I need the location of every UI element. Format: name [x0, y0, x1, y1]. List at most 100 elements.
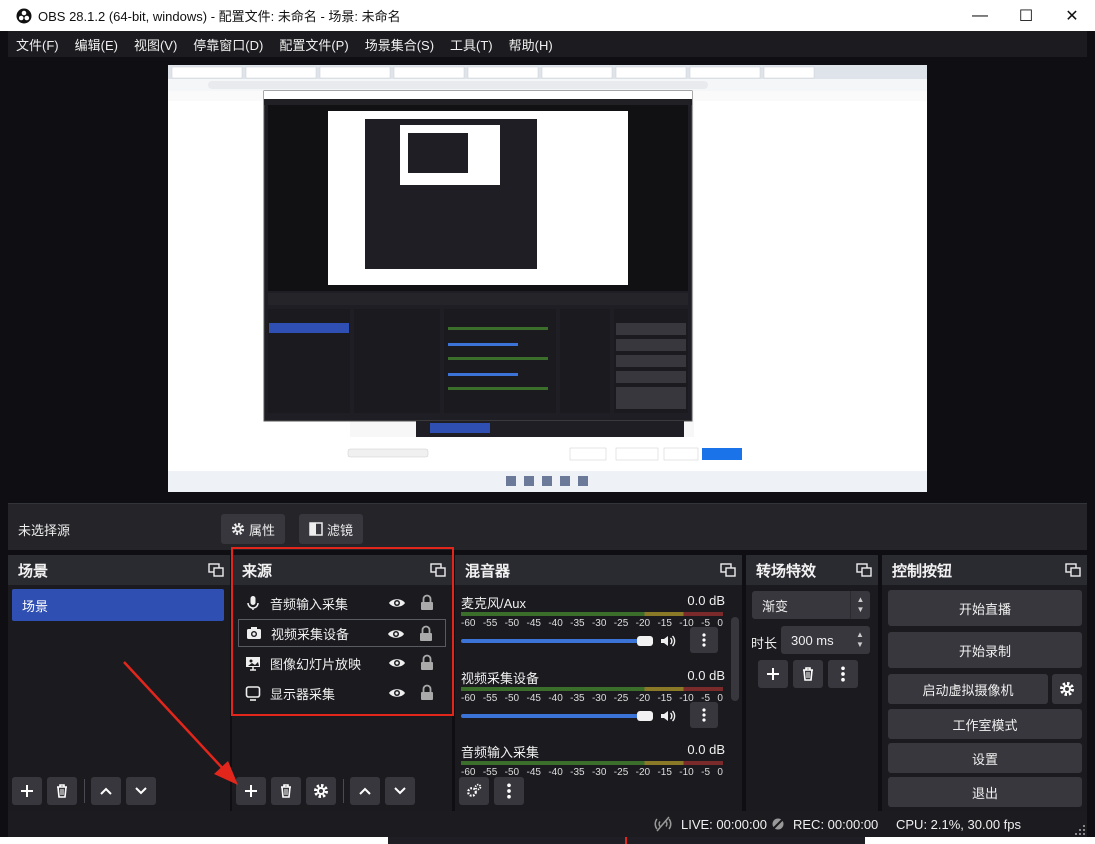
mixer-header: 混音器 [455, 555, 742, 585]
menu-file[interactable]: 文件(F) [16, 35, 59, 54]
scale-tick: -50 [504, 618, 520, 629]
scale-tick: -25 [613, 618, 629, 629]
minimize-button[interactable]: — [957, 0, 1003, 31]
menu-tools[interactable]: 工具(T) [450, 35, 493, 54]
undock-icon[interactable] [856, 563, 872, 577]
channel-db: 0.0 dB [687, 742, 725, 757]
scale-tick: -20 [635, 618, 651, 629]
virtual-camera-settings-button[interactable] [1052, 674, 1082, 704]
remove-transition-button[interactable] [793, 660, 823, 688]
start-streaming-button[interactable]: 开始直播 [888, 590, 1082, 626]
controls-body: 开始直播 开始录制 启动虚拟摄像机 工作室模式 设置 退出 [882, 585, 1087, 811]
status-bar: LIVE: 00:00:00 REC: 00:00:00 CPU: 2.1%, … [8, 811, 1087, 837]
scale-tick: -30 [591, 693, 607, 704]
scale-tick: -25 [613, 767, 629, 776]
studio-mode-button[interactable]: 工作室模式 [888, 709, 1082, 739]
more-vertical-icon [702, 708, 706, 722]
source-properties-button[interactable] [306, 777, 336, 805]
move-source-up-button[interactable] [350, 777, 380, 805]
meter-scale: -60 -55 -50 -45 -40 -35 -30 -25 -20 -15 -10 -5 0 [461, 618, 723, 629]
filters-button[interactable]: 滤镜 [299, 514, 364, 544]
speaker-icon[interactable] [659, 707, 677, 725]
add-scene-button[interactable] [12, 777, 42, 805]
background-strip [0, 837, 1095, 844]
volume-slider[interactable] [461, 639, 649, 643]
settings-label: 设置 [971, 751, 998, 767]
undock-icon[interactable] [1065, 563, 1081, 577]
menu-view[interactable]: 视图(V) [134, 35, 177, 54]
move-scene-down-button[interactable] [126, 777, 156, 805]
scale-tick: -40 [548, 618, 563, 629]
properties-button[interactable]: 属性 [221, 514, 286, 544]
volume-slider[interactable] [461, 714, 649, 718]
start-recording-button[interactable]: 开始录制 [888, 632, 1082, 668]
volume-meter [461, 687, 723, 691]
plus-icon [21, 785, 33, 797]
obs-logo-icon [16, 8, 32, 23]
remove-source-button[interactable] [271, 777, 301, 805]
scale-tick: -60 [461, 618, 476, 629]
close-button[interactable]: ✕ [1049, 0, 1095, 31]
duration-spinbox[interactable]: 300 ms ▲ ▼ [781, 626, 870, 654]
menu-docks[interactable]: 停靠窗口(D) [193, 35, 263, 54]
studio-mode-label: 工作室模式 [952, 717, 1018, 733]
resize-grip-icon[interactable] [1075, 825, 1085, 835]
undock-icon[interactable] [720, 563, 736, 577]
exit-button[interactable]: 退出 [888, 777, 1082, 807]
virtual-camera-button[interactable]: 启动虚拟摄像机 [888, 674, 1048, 704]
move-source-down-button[interactable] [385, 777, 415, 805]
remove-scene-button[interactable] [47, 777, 77, 805]
move-scene-up-button[interactable] [91, 777, 121, 805]
controls-dock: 控制按钮 开始直播 开始录制 启动虚拟摄像机 工作室模式 设置 退出 [882, 555, 1087, 811]
menu-scene-collection[interactable]: 场景集合(S) [365, 35, 434, 54]
transition-select[interactable]: 渐变 ▲ ▼ [752, 591, 870, 619]
mixer-channel: 视频采集设备 0.0 dB -60 -55 -50 -45 -40 -35 -30 -25 -2… [461, 668, 725, 738]
channel-db: 0.0 dB [687, 593, 725, 608]
channel-name: 音频输入采集 [461, 745, 540, 760]
mixer-dock: 混音器 麦克风/Aux 0.0 dB -60 -55 -50 -45 -40 -35 -30… [455, 555, 742, 811]
source-toolbar: 未选择源 属性 滤镜 [8, 503, 1087, 550]
controls-header: 控制按钮 [882, 555, 1087, 585]
channel-menu-button[interactable] [690, 627, 718, 653]
transition-selected: 渐变 [762, 598, 789, 614]
speaker-icon[interactable] [659, 632, 677, 650]
menu-profile[interactable]: 配置文件(P) [279, 35, 348, 54]
scale-tick: -45 [526, 618, 541, 629]
trash-icon [57, 784, 67, 798]
scale-tick: -55 [482, 618, 498, 629]
add-source-button[interactable] [236, 777, 266, 805]
spin-arrows-icon: ▲ ▼ [856, 630, 864, 649]
menu-edit[interactable]: 编辑(E) [75, 35, 118, 54]
transition-menu-button[interactable] [828, 660, 858, 688]
duration-value: 300 ms [791, 632, 834, 648]
gear-icon [314, 784, 328, 798]
volume-slider-handle[interactable] [637, 636, 653, 646]
scenes-header: 场景 [8, 555, 230, 585]
menu-help[interactable]: 帮助(H) [509, 35, 553, 54]
recording-off-icon [771, 817, 785, 831]
window-title: OBS 28.1.2 (64-bit, windows) - 配置文件: 未命名… [38, 9, 401, 24]
settings-button[interactable]: 设置 [888, 743, 1082, 773]
scale-tick: -45 [526, 767, 541, 776]
add-transition-button[interactable] [758, 660, 788, 688]
controls-title: 控制按钮 [892, 562, 953, 580]
gear-icon [231, 522, 245, 536]
chevron-down-icon [135, 787, 147, 795]
scale-tick: -60 [461, 767, 476, 776]
channel-name: 视频采集设备 [461, 671, 540, 686]
channel-db: 0.0 dB [687, 668, 725, 683]
volume-slider-handle[interactable] [637, 711, 653, 721]
undock-icon[interactable] [208, 563, 224, 577]
mixer-channel: 麦克风/Aux 0.0 dB -60 -55 -50 -45 -40 -35 -30 -25-… [461, 593, 725, 663]
preview-canvas[interactable] [168, 65, 927, 492]
mixer-channel: 音频输入采集 0.0 dB -60 -55 -50 -45 -40 -35 -30 -25 -2… [461, 742, 725, 776]
advanced-audio-button[interactable] [459, 777, 489, 805]
sources-highlight-box [231, 547, 454, 716]
scale-tick: -35 [570, 618, 585, 629]
scene-item[interactable]: 场景 [12, 589, 224, 621]
channel-menu-button[interactable] [690, 702, 718, 728]
mixer-scrollbar[interactable] [731, 617, 739, 701]
maximize-button[interactable]: ☐ [1003, 0, 1049, 31]
scale-tick: -35 [570, 693, 585, 704]
mixer-menu-button[interactable] [494, 777, 524, 805]
